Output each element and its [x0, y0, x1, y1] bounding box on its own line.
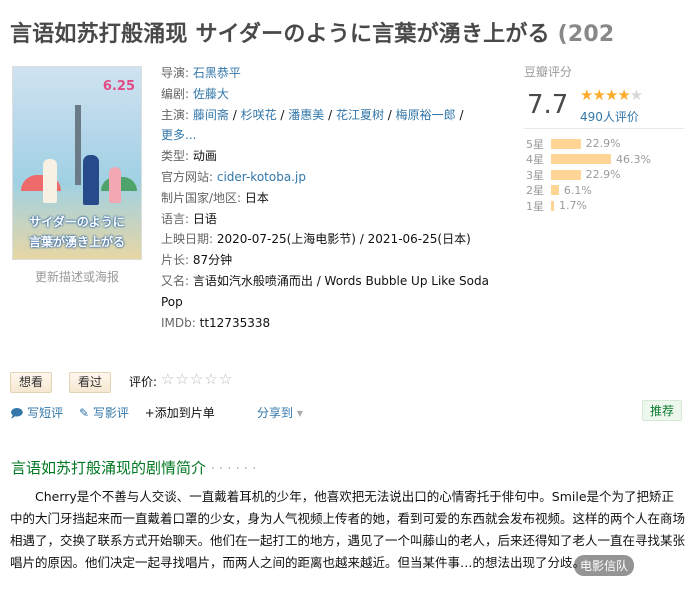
rating-level: 3星 [526, 168, 544, 182]
write-short-review-button[interactable]: 🗩 写短评 [10, 404, 63, 425]
watched-button[interactable]: 看过 [69, 372, 112, 393]
director-label: 导演: [161, 66, 190, 80]
language-label: 语言: [161, 211, 190, 226]
movie-year: (202 [557, 22, 615, 47]
rating-percent: 6.1% [563, 183, 592, 197]
genre-label: 类型: [161, 149, 190, 164]
rating-level: 4星 [526, 153, 544, 167]
site-label: 官方网站: [161, 169, 214, 184]
rating-panel: 豆瓣评分 7.7 ★★★★★ 490人评价 5星 22.9% 4星 46.3% 3星 22… [524, 63, 684, 213]
rating-distribution: 5星 22.9% 4星 46.3% 3星 22.9% 2星 6.1% 1星 1.7% [526, 136, 651, 214]
rating-bar [551, 200, 554, 211]
rating-bar [551, 138, 581, 149]
writer-label: 编剧: [161, 86, 190, 101]
rate-stars-input[interactable]: ☆☆☆☆☆ [161, 370, 233, 388]
pencil-icon: ✎ [79, 406, 90, 420]
language-value: 日语 [192, 211, 217, 226]
movie-info: 导演: 石黑恭平 编剧: 佐藤大 主演: 藤间斋 / 杉咲花 / 潘惠美 / 花… [161, 66, 489, 330]
poster-figure [83, 155, 99, 205]
rating-count-link[interactable]: 490人评价 [580, 108, 639, 125]
star-empty-icon: ★ [629, 86, 643, 104]
rating-level: 5星 [526, 137, 544, 151]
runtime-label: 片长: [161, 253, 190, 268]
cast-more-link[interactable]: 更多... [161, 128, 196, 142]
synopsis-dots: · · · · · · [210, 462, 257, 477]
release-value: 2020-07-25(上海电影节) / 2021-06-25(日本) [216, 232, 471, 247]
share-button[interactable]: 分享到 ▾ [257, 404, 303, 421]
poster-figure [109, 167, 121, 203]
cast-link[interactable]: 梅原裕一郎 [396, 108, 456, 122]
poster-tagline: 言葉が湧き上がる [28, 235, 125, 249]
star-icon: ★★★★ [580, 86, 631, 104]
rating-percent: 22.9% [585, 168, 621, 182]
write-review-label: 写影评 [92, 406, 129, 420]
cast-link[interactable]: 花江夏树 [336, 108, 384, 122]
country-label: 制片国家/地区: [161, 190, 242, 205]
rate-label: 评价: [129, 375, 158, 389]
page-title: 言语如苏打般涌现 サイダーのように言葉が湧き上がる (202 [10, 16, 691, 48]
action-bar: 🗩 写短评 ✎ 写影评 +添加到片单 [10, 404, 227, 425]
rating-level: 2星 [526, 184, 544, 198]
synopsis-title: 言语如苏打般涌现的剧情简介 [11, 459, 207, 477]
rating-bar-row: 3星 22.9% [526, 167, 651, 183]
rating-percent: 22.9% [585, 137, 621, 151]
writer-link[interactable]: 佐藤大 [193, 87, 229, 101]
rating-level: 1星 [526, 199, 544, 213]
rating-bar [551, 185, 559, 196]
cast-link[interactable]: 潘惠美 [288, 108, 324, 122]
rating-percent: 1.7% [559, 199, 587, 213]
poster-tagline: サイダーのように [29, 215, 125, 229]
rating-bar-row: 1星 1.7% [526, 198, 651, 214]
comment-icon: 🗩 [10, 406, 24, 420]
director-link[interactable]: 石黑恭平 [193, 66, 241, 80]
divider [524, 128, 684, 129]
rating-score: 7.7 [527, 90, 569, 120]
official-site-link[interactable]: cider-kotoba.jp [217, 170, 306, 184]
recommend-button[interactable]: 推荐 [642, 400, 683, 421]
synopsis-heading: 言语如苏打般涌现的剧情简介 · · · · · · [11, 457, 256, 478]
release-label: 上映日期: [161, 232, 214, 247]
country-value: 日本 [244, 190, 269, 205]
cast-link[interactable]: 藤间斋 [193, 108, 229, 122]
rating-bar [551, 169, 581, 180]
write-review-button[interactable]: ✎ 写影评 [79, 404, 129, 421]
cast-label: 主演: [161, 107, 190, 122]
genre-value: 动画 [192, 149, 217, 164]
runtime-value: 87分钟 [192, 253, 233, 268]
want-to-watch-button[interactable]: 想看 [10, 372, 53, 393]
write-short-review-label: 写短评 [27, 406, 64, 420]
imdb-value: tt12735338 [199, 315, 271, 330]
poster-tower [75, 105, 81, 185]
aka-value: 言语如汽水般喷涌而出 / Words Bubble Up Like Soda P… [161, 273, 489, 309]
movie-poster[interactable]: 6.25 サイダーのように 言葉が湧き上がる [12, 66, 142, 260]
rating-percent: 46.3% [616, 152, 651, 166]
aka-label: 又名: [161, 273, 190, 288]
poster-figure [43, 159, 57, 203]
rating-label: 豆瓣评分 [524, 65, 573, 79]
rating-bar-row: 2星 6.1% [526, 183, 651, 199]
share-label: 分享到 [257, 406, 294, 420]
rating-stars: ★★★★★ [580, 86, 643, 104]
rating-bar [551, 154, 611, 165]
add-to-list-button[interactable]: +添加到片单 [145, 404, 215, 421]
rating-bar-row: 4星 46.3% [526, 152, 651, 168]
imdb-label: IMDb: [161, 315, 196, 330]
watermark: 电影信队 [574, 555, 635, 576]
movie-title: 言语如苏打般涌现 サイダーのように言葉が湧き上がる [10, 22, 550, 47]
rating-bar-row: 5星 22.9% [526, 136, 651, 152]
chevron-down-icon: ▾ [296, 406, 303, 420]
update-poster-link[interactable]: 更新描述或海报 [35, 268, 119, 285]
cast-link[interactable]: 杉咲花 [241, 108, 277, 122]
poster-date: 6.25 [102, 79, 135, 94]
